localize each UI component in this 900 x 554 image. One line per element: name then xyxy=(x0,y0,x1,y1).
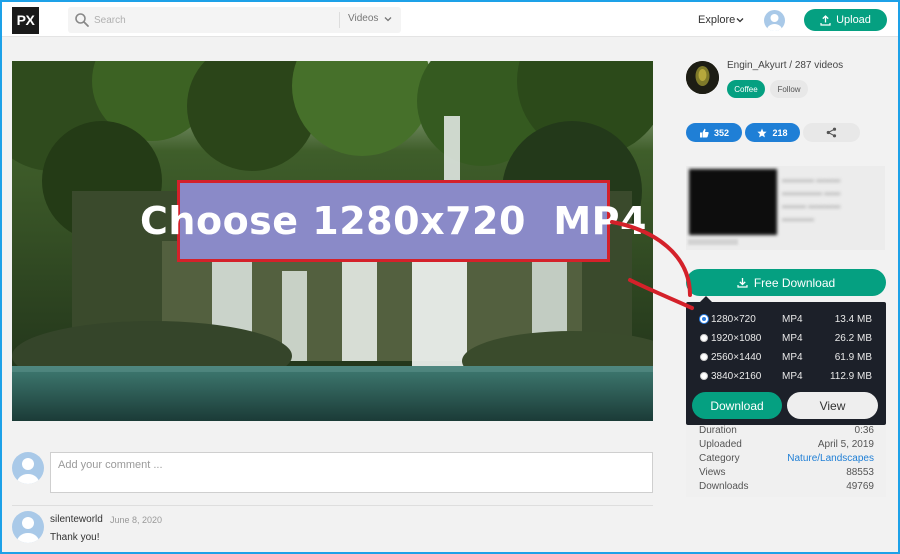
radio-unselected[interactable] xyxy=(700,372,708,380)
option-size: 61.9 MB xyxy=(834,352,872,363)
download-options-panel: 1280×720 MP4 13.4 MB 1920×1080 MP4 26.2 … xyxy=(686,296,886,425)
top-bar: PX Videos Explore Upload xyxy=(2,2,898,37)
follow-button[interactable]: Follow xyxy=(770,80,808,98)
detail-value: 49769 xyxy=(846,481,874,492)
comment-text: Thank you! xyxy=(50,532,100,543)
detail-row: Category Nature/Landscapes xyxy=(699,453,874,467)
red-arrow-annotation xyxy=(610,220,694,310)
instruction-callout: Choose 1280x720 MP4 xyxy=(140,180,646,262)
detail-label: Uploaded xyxy=(699,439,742,450)
option-format: MP4 xyxy=(782,371,803,382)
download-button[interactable]: Download xyxy=(692,392,782,419)
detail-row: Views 88553 xyxy=(699,467,874,481)
share-button[interactable] xyxy=(803,123,860,142)
category-link[interactable]: Nature/Landscapes xyxy=(787,453,874,464)
detail-row: Duration 0:36 xyxy=(699,425,874,439)
comment-author-avatar[interactable] xyxy=(12,511,44,543)
chevron-down-icon[interactable] xyxy=(383,14,393,24)
search-icon xyxy=(75,13,89,27)
favorite-button[interactable]: 218 xyxy=(745,123,800,142)
upload-icon xyxy=(820,14,831,26)
commenter-avatar xyxy=(12,452,44,484)
option-size: 112.9 MB xyxy=(829,371,872,382)
detail-row: Downloads 49769 xyxy=(699,481,874,495)
user-avatar[interactable] xyxy=(764,10,785,31)
search-bar: Videos xyxy=(68,7,401,33)
site-logo[interactable]: PX xyxy=(12,7,39,34)
detail-value: 0:36 xyxy=(854,425,874,436)
comment-input[interactable] xyxy=(50,452,653,493)
option-format: MP4 xyxy=(782,333,803,344)
detail-row: Uploaded April 5, 2019 xyxy=(699,439,874,453)
detail-label: Duration xyxy=(699,425,737,436)
comment-date: June 8, 2020 xyxy=(110,515,163,525)
star-icon xyxy=(757,128,768,137)
comments-divider xyxy=(12,505,653,506)
video-details: Duration 0:36 Uploaded April 5, 2019 Cat… xyxy=(686,425,886,497)
free-download-button[interactable]: Free Download xyxy=(686,269,886,296)
option-resolution: 3840×2160 xyxy=(711,371,762,382)
explore-menu[interactable]: Explore xyxy=(698,14,735,26)
option-size: 26.2 MB xyxy=(834,333,872,344)
search-divider xyxy=(339,12,340,28)
ad-text-blurred: ▬▬▬▬ ▬▬▬ ▬▬▬▬▬ ▬▬ ▬▬▬ ▬▬▬▬ ▬▬▬▬ xyxy=(782,175,841,223)
radio-unselected[interactable] xyxy=(700,334,708,342)
option-resolution: 1920×1080 xyxy=(711,333,762,344)
author-avatar[interactable] xyxy=(686,61,719,94)
upload-label: Upload xyxy=(836,14,871,26)
like-count: 352 xyxy=(713,127,730,138)
download-icon xyxy=(737,278,748,288)
option-size: 13.4 MB xyxy=(834,314,872,325)
detail-label: Category xyxy=(699,453,740,464)
detail-label: Downloads xyxy=(699,481,749,492)
download-option[interactable]: 3840×2160 MP4 112.9 MB xyxy=(686,367,886,386)
free-download-label: Free Download xyxy=(753,275,836,290)
detail-label: Views xyxy=(699,467,726,478)
author-photo xyxy=(686,61,719,94)
download-option[interactable]: 1920×1080 MP4 26.2 MB xyxy=(686,329,886,348)
view-button[interactable]: View xyxy=(787,392,878,419)
detail-value: 88553 xyxy=(846,467,874,478)
search-input[interactable] xyxy=(94,10,334,30)
user-icon xyxy=(17,458,39,484)
like-button[interactable]: 352 xyxy=(686,123,742,142)
detail-value: April 5, 2019 xyxy=(817,439,874,450)
option-resolution: 1280×720 xyxy=(711,314,756,325)
share-icon xyxy=(826,127,837,138)
author-name[interactable]: Engin_Akyurt / 287 videos xyxy=(727,60,843,71)
download-option[interactable]: 1280×720 MP4 13.4 MB xyxy=(686,310,886,329)
user-icon xyxy=(17,517,39,543)
tag-coffee[interactable]: Coffee xyxy=(727,80,765,98)
upload-button[interactable]: Upload xyxy=(804,9,887,31)
download-option[interactable]: 2560×1440 MP4 61.9 MB xyxy=(686,348,886,367)
option-format: MP4 xyxy=(782,352,803,363)
user-icon xyxy=(767,14,782,31)
blurred-advertisement[interactable]: ▬▬▬▬ ▬▬▬ ▬▬▬▬▬ ▬▬ ▬▬▬ ▬▬▬▬ ▬▬▬▬ xyxy=(686,166,885,250)
comment-username[interactable]: silenteworld xyxy=(50,514,103,525)
chevron-down-icon[interactable] xyxy=(735,15,745,25)
radio-unselected[interactable] xyxy=(700,353,708,361)
option-format: MP4 xyxy=(782,314,803,325)
search-scope-select[interactable]: Videos xyxy=(348,13,378,24)
favorite-count: 218 xyxy=(772,127,788,138)
thumbs-up-icon xyxy=(699,128,709,137)
option-resolution: 2560×1440 xyxy=(711,352,762,363)
